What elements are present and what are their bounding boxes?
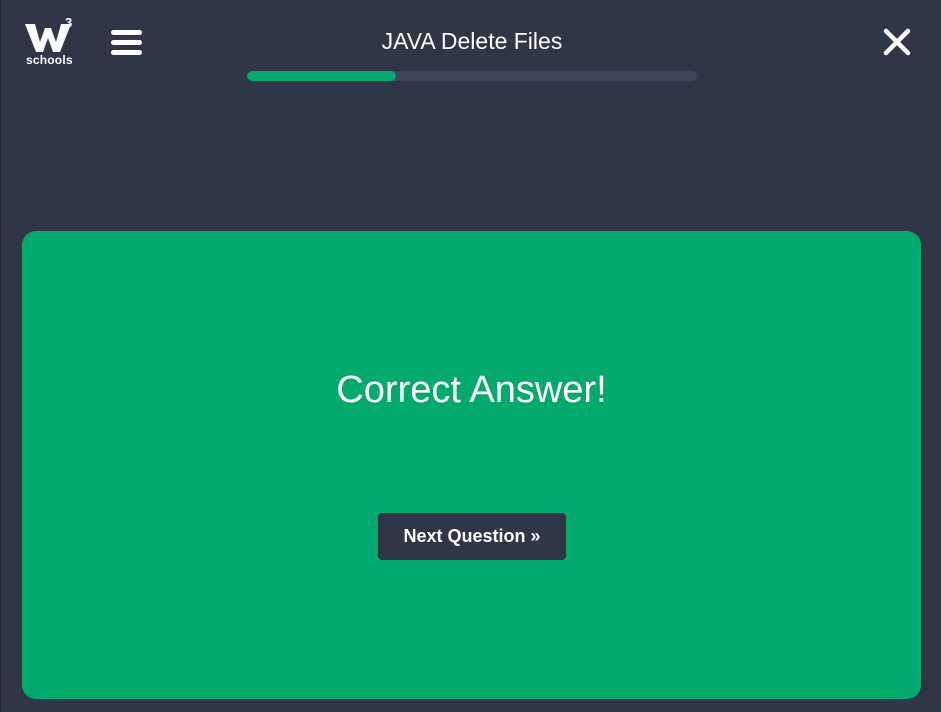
quiz-progress-bar [247, 71, 697, 81]
w3schools-logo[interactable]: 3 schools [25, 16, 79, 68]
quiz-title: JAVA Delete Files [381, 28, 563, 54]
menu-bar [111, 40, 142, 45]
result-message: Correct Answer! [336, 369, 607, 411]
next-question-button[interactable]: Next Question » [378, 513, 566, 560]
result-card: Correct Answer! Next Question » [22, 231, 921, 699]
logo-wordmark: schools [26, 53, 73, 67]
logo-superscript: 3 [65, 15, 73, 30]
quiz-page: 3 schools JAVA Delete Files Correct Answ… [0, 0, 941, 712]
hamburger-menu-icon[interactable] [111, 30, 143, 60]
menu-bar [111, 30, 142, 35]
close-icon[interactable] [881, 26, 913, 58]
menu-bar [111, 50, 142, 55]
quiz-progress-fill [247, 71, 396, 81]
